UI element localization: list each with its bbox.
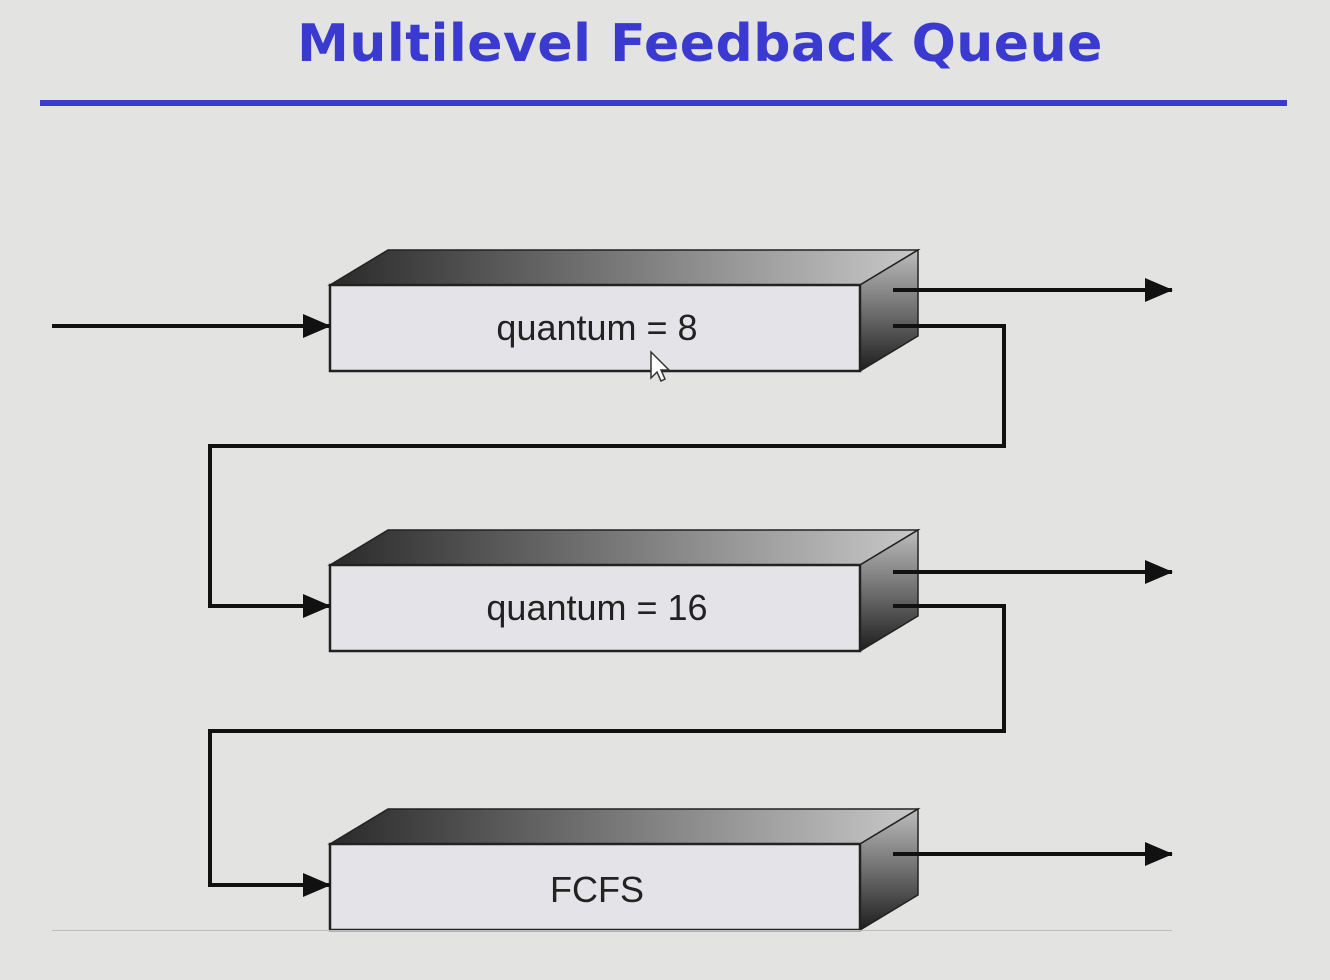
queue-box: quantum = 8 [327, 248, 921, 373]
queue-diagram: quantum = 8 quantum = 16 FCFS [52, 248, 1173, 932]
queue-label: quantum = 8 [496, 307, 697, 348]
queue-box: quantum = 16 [327, 528, 921, 653]
queue-box: FCFS [327, 807, 921, 932]
queue-label: FCFS [550, 869, 644, 910]
slide: Multilevel Feedback Queue quantum = 8 qu… [0, 0, 1330, 980]
queue-label: quantum = 16 [486, 587, 707, 628]
footer-divider [52, 930, 1172, 931]
